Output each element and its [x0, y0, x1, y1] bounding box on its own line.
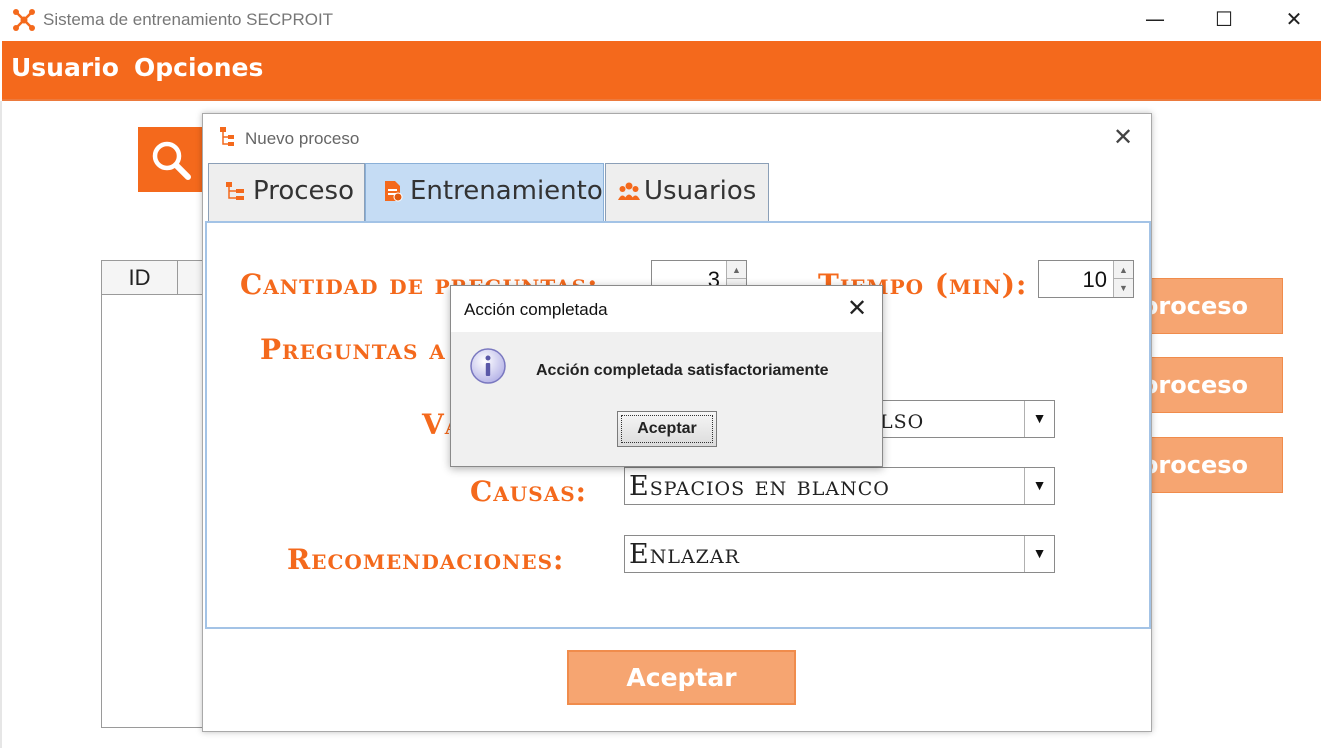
- column-header-id[interactable]: ID: [102, 261, 178, 295]
- menu-usuario[interactable]: Usuario: [11, 53, 119, 82]
- window-titlebar: Sistema de entrenamiento SECPROIT — ☐ ✕: [0, 0, 1321, 40]
- window-title: Sistema de entrenamiento SECPROIT: [43, 10, 334, 29]
- users-icon: [618, 182, 640, 200]
- message-title: Acción completada: [464, 300, 608, 319]
- tab-proceso[interactable]: Proceso: [208, 163, 365, 222]
- side-button-1[interactable]: proceso: [1148, 278, 1283, 334]
- spinner-arrows: ▲ ▼: [1113, 261, 1133, 297]
- close-icon[interactable]: ✕: [1271, 0, 1317, 40]
- dropdown-arrow-icon[interactable]: ▼: [1024, 468, 1054, 504]
- accept-button[interactable]: Aceptar: [567, 650, 796, 705]
- tab-label: Usuarios: [644, 176, 757, 206]
- causas-label: Causas:: [470, 475, 587, 508]
- menu-opciones[interactable]: Opciones: [134, 53, 263, 82]
- process-tree-icon: [220, 127, 234, 146]
- message-text: Acción completada satisfactoriamente: [536, 362, 829, 379]
- recomendaciones-combo[interactable]: Enlazar ▼: [624, 535, 1055, 573]
- combo-value: Espacios en blanco: [629, 471, 890, 502]
- maximize-icon[interactable]: ☐: [1201, 0, 1247, 40]
- tab-label: Entrenamiento: [410, 176, 603, 206]
- preguntas-label: Preguntas a: [260, 333, 446, 366]
- combo-value: Enlazar: [629, 539, 740, 570]
- dialog-title: Nuevo proceso: [245, 129, 360, 148]
- spinner-down-icon[interactable]: ▼: [1114, 279, 1133, 297]
- dropdown-arrow-icon[interactable]: ▼: [1024, 536, 1054, 572]
- dropdown-arrow-icon[interactable]: ▼: [1024, 401, 1054, 437]
- process-tree-icon: [226, 182, 244, 200]
- menubar: Usuario Opciones: [2, 41, 1321, 101]
- side-button-label: proceso: [1148, 371, 1248, 399]
- spinner-up-icon[interactable]: ▲: [1114, 261, 1133, 279]
- search-button[interactable]: [138, 127, 204, 192]
- message-titlebar: Acción completada ✕: [451, 286, 882, 332]
- side-button-label: proceso: [1148, 451, 1248, 479]
- combo-value: lso: [880, 404, 925, 435]
- info-icon: [470, 348, 506, 384]
- document-icon: [385, 181, 403, 202]
- side-button-3[interactable]: proceso: [1148, 437, 1283, 493]
- tiempo-spinner[interactable]: 10 ▲ ▼: [1038, 260, 1134, 298]
- tab-label: Proceso: [253, 176, 354, 206]
- side-button-label: proceso: [1148, 292, 1248, 320]
- ok-button-label: Aceptar: [621, 415, 713, 443]
- window-edge: [0, 101, 2, 748]
- spinner-up-icon[interactable]: ▲: [727, 261, 746, 279]
- table-header: ID: [102, 261, 210, 295]
- recomendaciones-label: Recomendaciones:: [287, 543, 565, 576]
- app-logo-icon: [13, 9, 35, 31]
- process-table[interactable]: ID: [101, 260, 211, 728]
- spinner-value: 10: [1082, 267, 1107, 292]
- causas-combo[interactable]: Espacios en blanco ▼: [624, 467, 1055, 505]
- side-button-2[interactable]: proceso: [1148, 357, 1283, 413]
- tab-usuarios[interactable]: Usuarios: [605, 163, 769, 222]
- tab-entrenamiento[interactable]: Entrenamiento: [365, 163, 604, 223]
- message-close-icon[interactable]: ✕: [847, 294, 867, 322]
- search-icon: [152, 141, 191, 180]
- message-ok-button[interactable]: Aceptar: [617, 411, 717, 447]
- message-dialog: Acción completada ✕ Acción completada sa…: [450, 285, 883, 467]
- dialog-close-icon[interactable]: ✕: [1113, 123, 1133, 151]
- minimize-icon[interactable]: —: [1132, 0, 1178, 40]
